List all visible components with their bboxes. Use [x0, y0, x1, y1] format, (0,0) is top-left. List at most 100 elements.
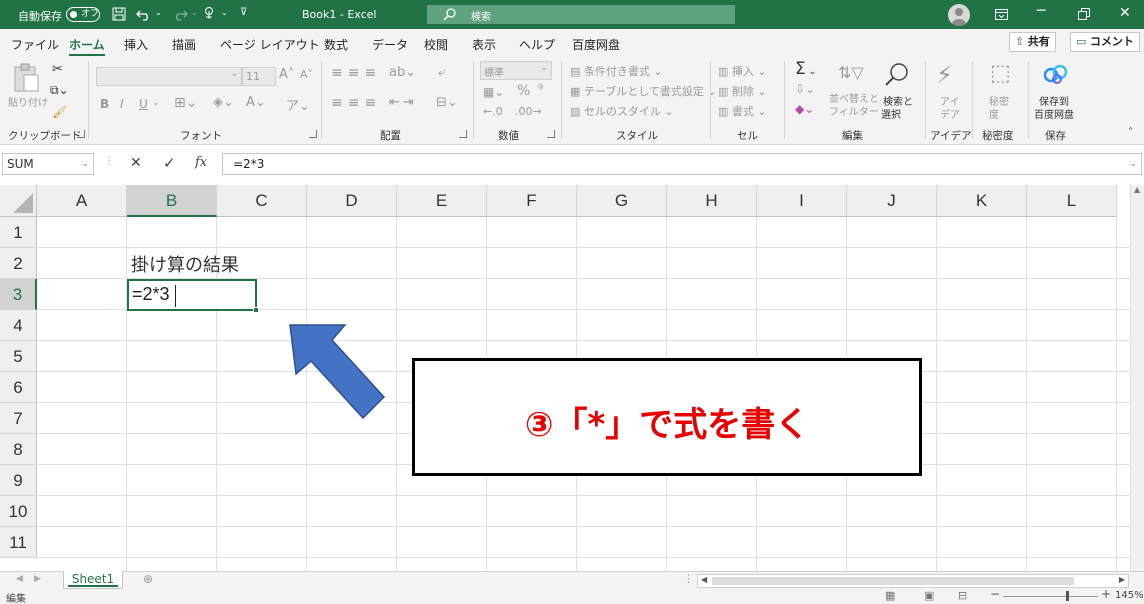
merge-center-icon[interactable]: ⊟⌄ [436, 95, 458, 110]
conditional-format-button[interactable]: ▤ 条件付き書式 ⌄ [570, 63, 663, 79]
row-header-7[interactable]: 7 [0, 403, 37, 434]
redo-icon[interactable] [172, 7, 188, 21]
column-header-L[interactable]: L [1027, 185, 1117, 217]
new-sheet-icon[interactable]: ⊕ [143, 572, 153, 586]
format-as-table-button[interactable]: ▦ テーブルとして書式設定 ⌄ [570, 83, 717, 99]
phonetic-icon[interactable]: ア⌄ [286, 95, 310, 114]
borders-icon[interactable]: ⊞⌄ [174, 95, 197, 111]
find-select-icon[interactable] [884, 62, 910, 88]
row-header-5[interactable]: 5 [0, 341, 37, 372]
fill-handle[interactable] [253, 307, 259, 313]
alignment-launcher-icon[interactable] [459, 130, 467, 138]
column-header-B[interactable]: B [127, 185, 217, 217]
ideas-label2[interactable]: デア [940, 106, 960, 121]
insert-function-icon[interactable]: fx [195, 155, 207, 170]
underline-dropdown-icon[interactable]: ⌄ [152, 98, 160, 108]
wrap-text-icon[interactable]: ⤶ [438, 65, 445, 80]
enter-icon[interactable]: ✓ [163, 154, 176, 172]
page-layout-view-icon[interactable]: ▣ [924, 589, 934, 602]
autosum-button[interactable]: Σ ⌄ [795, 59, 816, 79]
scroll-thumb[interactable] [712, 577, 1074, 585]
tab-data[interactable]: データ [372, 36, 408, 53]
comma-icon[interactable]: ⁹ [538, 83, 543, 98]
column-header-C[interactable]: C [217, 185, 307, 217]
row-header-10[interactable]: 10 [0, 496, 37, 527]
horizontal-scrollbar[interactable]: ◀ ▶ [697, 574, 1129, 588]
zoom-slider-thumb[interactable] [1066, 591, 1069, 601]
font-name-select[interactable]: ⌄ [96, 67, 242, 86]
row-header-4[interactable]: 4 [0, 310, 37, 341]
row-header-1[interactable]: 1 [0, 217, 37, 248]
column-header-A[interactable]: A [37, 185, 127, 217]
cell-styles-button[interactable]: ▨ セルのスタイル ⌄ [570, 103, 674, 119]
baidu-cloud-icon[interactable] [1043, 63, 1069, 85]
prev-sheet-icon[interactable]: ◀ [16, 574, 23, 584]
column-header-D[interactable]: D [307, 185, 397, 217]
save-icon[interactable] [112, 7, 126, 21]
expand-formula-icon[interactable]: ⌄ [1129, 154, 1137, 174]
user-avatar[interactable] [948, 4, 970, 26]
column-header-G[interactable]: G [577, 185, 667, 217]
name-box[interactable]: SUM ⌄ [2, 153, 94, 175]
row-header-9[interactable]: 9 [0, 465, 37, 496]
sensitivity-icon[interactable]: ⬚ [990, 61, 1011, 86]
tab-file[interactable]: ファイル [11, 36, 59, 53]
zoom-out-icon[interactable]: − [990, 587, 1000, 601]
indent-icons[interactable]: ⇤⇥ [389, 95, 417, 110]
fill-color-icon[interactable]: ◈⌄ [213, 95, 234, 110]
copy-icon[interactable]: ⧉⌄ [50, 83, 69, 98]
clear-icon[interactable]: ◆⌄ [795, 102, 814, 116]
column-header-J[interactable]: J [847, 185, 937, 217]
column-header-E[interactable]: E [397, 185, 487, 217]
clipboard-launcher-icon[interactable] [77, 130, 85, 138]
restore-icon[interactable] [1078, 8, 1090, 20]
format-cells-button[interactable]: ▥ 書式 ⌄ [718, 103, 767, 119]
zoom-slider[interactable] [1003, 596, 1098, 597]
select-all-corner[interactable] [0, 185, 37, 217]
formula-input[interactable]: =2*3 ⌄ [222, 153, 1142, 175]
format-painter-icon[interactable]: 🖌 [52, 105, 67, 119]
paste-label[interactable]: 貼り付け [8, 94, 48, 109]
ideas-icon[interactable]: ⚡ [936, 61, 953, 89]
tab-insert[interactable]: 挿入 [124, 36, 148, 53]
row-header-6[interactable]: 6 [0, 372, 37, 403]
tab-baidu[interactable]: 百度网盘 [572, 36, 620, 53]
underline-button[interactable]: U [139, 97, 148, 111]
column-header-H[interactable]: H [667, 185, 757, 217]
vertical-align-icons[interactable]: ≡≡≡ [331, 65, 381, 81]
tab-help[interactable]: ヘルプ [519, 36, 555, 53]
vertical-scrollbar[interactable]: ▲ [1130, 185, 1144, 571]
normal-view-icon[interactable]: ▦ [885, 589, 895, 602]
search-box[interactable]: 検索 [427, 5, 735, 24]
tab-page-layout[interactable]: ページ レイアウト [220, 36, 320, 53]
italic-button[interactable]: I [120, 97, 124, 111]
cancel-icon[interactable]: ✕ [130, 155, 142, 171]
sort-filter-label[interactable]: 並べ替えと フィルター [829, 93, 879, 119]
collapse-ribbon-icon[interactable]: ˄ [1128, 127, 1133, 138]
tab-draw[interactable]: 描画 [172, 36, 196, 53]
font-size-select[interactable]: 11 [242, 67, 276, 86]
fill-icon[interactable]: ⇩⌄ [795, 82, 815, 96]
increase-decimal-icon[interactable]: ←.0 [483, 105, 503, 118]
sheet-tab-sheet1[interactable]: Sheet1 [63, 571, 123, 589]
ribbon-display-icon[interactable] [995, 9, 1008, 20]
undo-icon[interactable] [136, 7, 152, 21]
delete-cells-button[interactable]: ▥ 削除 ⌄ [718, 83, 767, 99]
column-header-F[interactable]: F [487, 185, 577, 217]
baidu-save-label2[interactable]: 百度网盘 [1034, 106, 1074, 121]
number-format-select[interactable]: 標準 ⌄ [480, 61, 552, 80]
insert-cells-button[interactable]: ▥ 挿入 ⌄ [718, 63, 767, 79]
accounting-icon[interactable]: ▦⌄ [483, 85, 504, 99]
row-header-3[interactable]: 3 [0, 279, 37, 310]
touch-mode-icon[interactable] [202, 6, 216, 22]
row-header-11[interactable]: 11 [0, 527, 37, 558]
percent-button[interactable]: % [517, 83, 530, 99]
undo-dropdown-icon[interactable]: ⌄ [155, 8, 162, 17]
page-break-view-icon[interactable]: ⊟ [958, 589, 967, 602]
sensitivity-label2[interactable]: 度 [989, 106, 999, 121]
row-header-2[interactable]: 2 [0, 248, 37, 279]
find-select-label2[interactable]: 選択 [881, 106, 901, 121]
comment-button[interactable]: ▭ コメント [1070, 32, 1140, 52]
close-icon[interactable]: ✕ [1119, 5, 1131, 21]
minimize-icon[interactable]: ─ [1037, 3, 1045, 19]
